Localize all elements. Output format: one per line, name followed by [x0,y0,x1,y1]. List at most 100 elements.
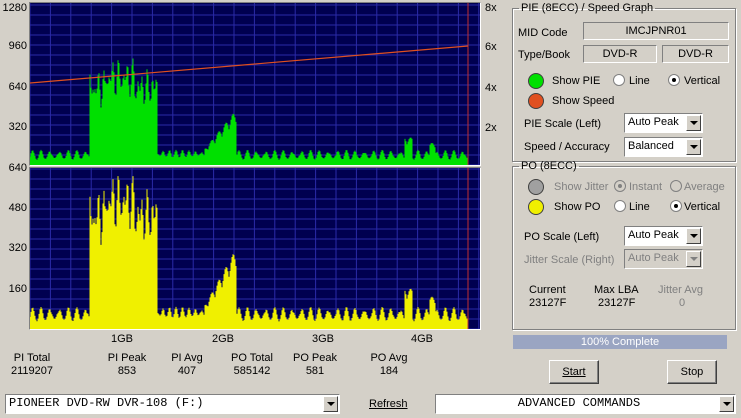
pie-y-label: 960 [8,40,27,52]
po-y-label: 320 [8,242,27,254]
chevron-down-icon[interactable] [686,139,701,155]
stat-value: 853 [117,365,137,377]
pie-graph [29,2,481,166]
pie-y-label: 640 [8,81,27,93]
po-vertical-radio[interactable] [670,200,682,212]
drive-value: PIONEER DVD-RW DVR-108 (F:) [9,396,204,410]
stop-button-label: Stop [680,366,704,378]
stat-value: 407 [177,365,197,377]
stat-po-peak: PO Peak 581 [285,352,345,378]
pie-y-label: 1280 [2,2,27,14]
speed-accuracy-label: Speed / Accuracy [524,141,610,153]
stat-label: PI Total [13,352,51,364]
stat-label: PO Avg [370,352,408,364]
current-label: Current [529,284,566,296]
po-scale-value: Auto Peak [628,229,679,241]
po-graph-canvas [30,168,480,329]
drive-select[interactable]: PIONEER DVD-RW DVR-108 (F:) [5,394,340,414]
po-group-title: PO (8ECC) [521,160,577,172]
stat-po-total: PO Total 585142 [222,352,282,378]
po-graph [29,167,481,330]
stat-value: 581 [305,365,325,377]
speed-label: 4x [485,82,497,94]
jitter-average-radio [670,180,682,192]
pie-line-radio[interactable] [613,74,625,86]
po-line-label[interactable]: Line [629,201,650,213]
stat-label: PO Total [231,352,273,364]
po-y-label: 640 [8,162,27,174]
type-book-label: Type/Book [518,49,570,61]
progress-bar: 100% Complete [513,335,727,349]
pie-vertical-radio[interactable] [668,74,680,86]
pie-scale-select[interactable]: Auto Peak [624,113,703,133]
speed-accuracy-value: Balanced [628,140,674,152]
x-label: 3GB [311,333,334,345]
current-value: 23127F [529,297,567,309]
jitter-instant-label: Instant [629,181,663,193]
chevron-down-icon [686,251,701,267]
stat-label: PO Peak [292,352,338,364]
po-color-swatch[interactable] [528,199,544,215]
stat-pi-avg: PI Avg 407 [157,352,217,378]
mid-code-value: IMCJPNR01 [583,22,729,40]
speed-color-swatch[interactable] [528,93,544,109]
pie-line-label[interactable]: Line [629,75,650,87]
jitter-avg-label: Jitter Avg [658,284,704,296]
speed-accuracy-select[interactable]: Balanced [624,137,703,157]
show-speed-label[interactable]: Show Speed [552,95,614,107]
chevron-down-icon[interactable] [686,228,701,244]
pie-graph-canvas [30,3,480,165]
start-button[interactable]: Start [549,360,599,384]
show-po-label[interactable]: Show PO [554,201,600,213]
type-value: DVD-R [583,45,657,63]
stop-button[interactable]: Stop [667,360,717,384]
maxlba-label: Max LBA [594,284,639,296]
po-line-radio[interactable] [614,200,626,212]
speed-label: 2x [485,122,497,134]
stat-label: PI Peak [107,352,147,364]
stat-value: 2119207 [10,365,53,377]
chevron-down-icon[interactable] [686,115,701,131]
po-y-label: 160 [8,283,27,295]
jitter-average-label: Average [684,181,725,193]
trace-bars [30,58,468,165]
stat-value: 585142 [233,365,271,377]
jitter-instant-radio [614,180,626,192]
pie-y-label: 320 [8,121,27,133]
show-jitter-label: Show Jitter [554,181,609,193]
jitter-scale-value: Auto Peak [628,252,679,264]
chevron-down-icon[interactable] [719,396,734,412]
po-scale-label: PO Scale (Left) [524,231,600,243]
pie-scale-value: Auto Peak [628,116,679,128]
pie-color-swatch[interactable] [528,73,544,89]
jitter-scale-label: Jitter Scale (Right) [524,254,615,266]
start-button-label: Start [562,366,586,378]
stat-pi-peak: PI Peak 853 [97,352,157,378]
pie-vertical-label[interactable]: Vertical [684,75,720,87]
jitter-color-swatch [528,179,544,195]
x-label: 1GB [110,333,133,345]
mid-code-label: MID Code [518,27,568,39]
jitter-scale-select: Auto Peak [624,249,703,269]
x-label: 4GB [410,333,433,345]
po-y-label: 480 [8,202,27,214]
chevron-down-icon[interactable] [323,396,338,412]
x-label: 2GB [211,333,234,345]
show-pie-label[interactable]: Show PIE [552,75,600,87]
pie-scale-label: PIE Scale (Left) [524,118,602,130]
stat-pi-total: PI Total 2119207 [2,352,62,378]
stat-value: 184 [379,365,399,377]
po-scale-select[interactable]: Auto Peak [624,226,703,246]
po-vertical-label[interactable]: Vertical [684,201,720,213]
maxlba-value: 23127F [598,297,636,309]
advanced-commands-value: ADVANCED COMMANDS [517,396,641,410]
stat-po-avg: PO Avg 184 [359,352,419,378]
speed-label: 6x [485,41,497,53]
book-value: DVD-R [662,45,729,63]
refresh-link[interactable]: Refresh [369,398,408,410]
advanced-commands-select[interactable]: ADVANCED COMMANDS [435,394,736,414]
jitter-avg-value: 0 [679,297,686,309]
pie-group-title: PIE (8ECC) / Speed Graph [521,2,654,14]
speed-label: 8x [485,2,497,14]
stat-label: PI Avg [171,352,203,364]
